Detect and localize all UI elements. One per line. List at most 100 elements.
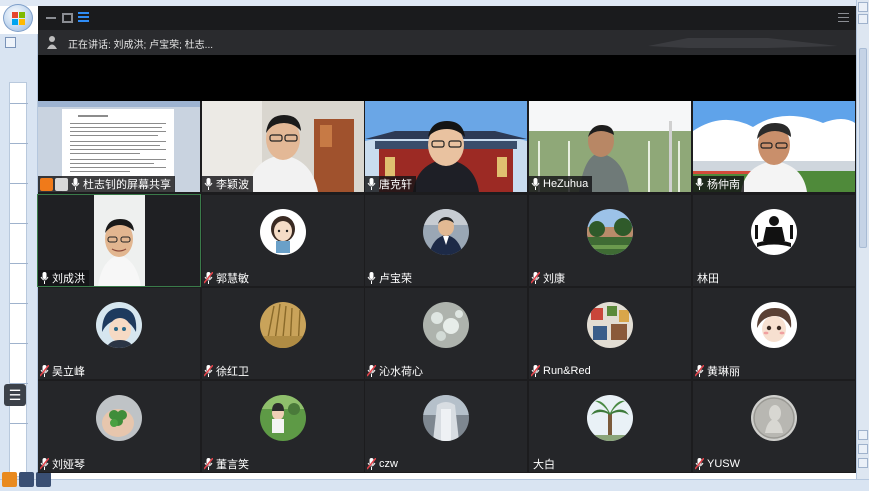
participant-tile[interactable]: 徐红卫 (202, 288, 364, 379)
participant-tile[interactable]: czw (365, 381, 527, 472)
participant-name: 刘康 (543, 273, 565, 285)
prev-page-button[interactable] (858, 444, 868, 454)
mic-muted-icon (40, 458, 49, 470)
participant-tile[interactable]: 黄琳丽 (693, 288, 855, 379)
participant-name: 杨仲南 (707, 179, 740, 191)
participant-tile[interactable]: YUSW (693, 381, 855, 472)
participant-name: 沁水荷心 (379, 366, 423, 378)
participant-label: Run&Red (529, 363, 595, 379)
participant-name: 董言笑 (216, 459, 249, 471)
fullscreen-exit-icon[interactable] (838, 13, 849, 27)
mic-on-icon (204, 178, 213, 190)
participant-label: 李颖波 (202, 176, 253, 192)
ruler-tab-selector[interactable] (5, 37, 16, 48)
participant-app-icon[interactable] (2, 472, 17, 487)
participant-tile[interactable]: 董言笑 (202, 381, 364, 472)
mic-muted-icon (531, 272, 540, 284)
participant-tile[interactable]: 吴立峰 (38, 288, 200, 379)
participant-name: 林田 (697, 273, 719, 285)
vertical-ruler (0, 34, 38, 479)
participant-tile[interactable]: 杨仲南 (693, 101, 855, 192)
meditation-icon (751, 209, 797, 255)
anime-boy-icon (96, 302, 142, 348)
participant-label: 刘成洪 (38, 270, 89, 286)
man-suit-icon (423, 209, 469, 255)
participant-label: 董言笑 (202, 456, 253, 472)
taskbar-icons (2, 472, 51, 489)
window-icon[interactable] (62, 13, 73, 23)
participant-name: 徐红卫 (216, 366, 249, 378)
participant-tile[interactable]: 沁水荷心 (365, 288, 527, 379)
participant-tile[interactable]: 林田 (693, 195, 855, 286)
participant-label: 刘康 (529, 270, 569, 286)
participant-name: YUSW (707, 458, 740, 470)
participant-label: 杨仲南 (693, 176, 744, 192)
participant-tile[interactable]: 刘康 (529, 195, 691, 286)
share-badges (40, 177, 68, 191)
mic-muted-icon (204, 272, 213, 284)
participant-tile[interactable]: Run&Red (529, 288, 691, 379)
participant-tile[interactable]: 大白 (529, 381, 691, 472)
window-app-icon[interactable] (36, 472, 51, 487)
participant-tile[interactable]: 刘娅琴 (38, 381, 200, 472)
participant-name: 黄琳丽 (707, 366, 740, 378)
participant-tile[interactable]: 刘成洪 (37, 194, 201, 287)
participant-name: 卢宝荣 (379, 273, 412, 285)
participant-label: 林田 (693, 270, 723, 286)
screen-icon (55, 177, 68, 191)
participant-grid: 杜志钊的屏幕共享 李颖波 唐克轩 HeZuhua 杨仲南刘成洪 郭慧敏 卢宝荣 刘康 林田吴立… (37, 101, 856, 473)
participant-tile[interactable]: 李颖波 (202, 101, 364, 192)
participant-name: 刘成洪 (52, 273, 85, 285)
mic-on-icon (695, 178, 704, 190)
word-status-bar (0, 479, 869, 491)
participant-label: 沁水荷心 (365, 363, 427, 379)
speaking-label: 正在讲话: 刘成洪; 卢宝荣; 杜志... (68, 40, 214, 51)
participant-label: 吴立峰 (38, 363, 89, 379)
speaker-bar: 正在讲话: 刘成洪; 卢宝荣; 杜志... (38, 30, 856, 55)
mic-on-icon (367, 272, 376, 284)
scroll-down-button[interactable] (858, 430, 868, 440)
participant-tile[interactable]: 卢宝荣 (365, 195, 527, 286)
participant-label: 唐克轩 (365, 176, 416, 192)
participant-name: czw (379, 458, 398, 470)
mic-muted-icon (367, 365, 376, 377)
mic-muted-icon (40, 365, 49, 377)
mic-muted-icon (531, 365, 540, 377)
minimize-icon[interactable] (46, 17, 56, 19)
watermark-shape (648, 36, 838, 50)
clover-hand-icon (96, 395, 142, 441)
mic-muted-icon (204, 365, 213, 377)
ruler-strip (9, 82, 28, 477)
participant-label: 杜志钊的屏幕共享 (38, 176, 175, 192)
next-page-button[interactable] (858, 458, 868, 468)
cartoon-girl-icon (260, 209, 306, 255)
participant-tile[interactable]: 郭慧敏 (202, 195, 364, 286)
meeting-window: 正在讲话: 刘成洪; 卢宝荣; 杜志... 杜志钊的屏幕共享 李颖波 唐克轩 H… (37, 6, 856, 473)
participant-icon (40, 177, 53, 191)
scroll-up-button[interactable] (858, 2, 868, 12)
title-bar (38, 6, 856, 30)
wheat-icon (260, 302, 306, 348)
list-menu-icon[interactable]: ☰ (4, 384, 26, 406)
mic-on-icon (531, 178, 540, 190)
scrollbar-thumb[interactable] (859, 48, 867, 248)
participant-label: 郭慧敏 (202, 270, 253, 286)
gallery-view-icon[interactable] (78, 12, 89, 26)
office-logo-icon (12, 12, 25, 25)
participant-tile[interactable]: 杜志钊的屏幕共享 (38, 101, 200, 192)
office-button[interactable] (3, 4, 33, 32)
mic-muted-icon (204, 458, 213, 470)
participant-name: HeZuhua (543, 178, 589, 190)
participant-name: 杜志钊的屏幕共享 (83, 179, 171, 191)
participant-label: 刘娅琴 (38, 456, 89, 472)
ruler-toggle-button[interactable] (858, 14, 868, 24)
mic-muted-icon (695, 458, 704, 470)
participant-tile[interactable]: 唐克轩 (365, 101, 527, 192)
participant-label: 卢宝荣 (365, 270, 416, 286)
chat-app-icon[interactable] (19, 472, 34, 487)
vertical-scrollbar[interactable] (856, 0, 869, 479)
participant-label: YUSW (693, 456, 744, 472)
participant-tile[interactable]: HeZuhua (529, 101, 691, 192)
participant-name: Run&Red (543, 365, 591, 377)
participant-label: czw (365, 456, 402, 472)
